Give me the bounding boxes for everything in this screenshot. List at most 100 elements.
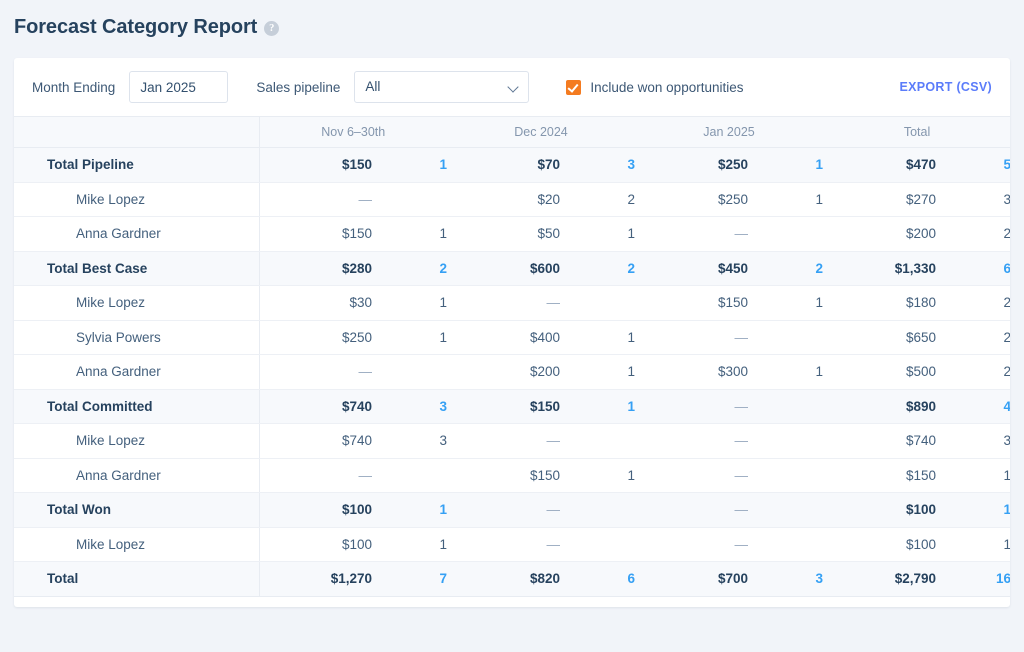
count-cell[interactable]: 2: [936, 354, 1011, 390]
opportunity-count-link[interactable]: 1: [1004, 468, 1011, 483]
opportunity-count-link[interactable]: 3: [1004, 433, 1011, 448]
count-cell[interactable]: 1: [748, 285, 824, 321]
row-label: Mike Lopez: [14, 182, 260, 217]
opportunity-count-link[interactable]: 7: [439, 571, 447, 586]
opportunity-count-link[interactable]: 2: [628, 192, 636, 207]
export-csv-link[interactable]: EXPORT (CSV): [900, 80, 993, 94]
opportunity-count-link[interactable]: 1: [628, 364, 636, 379]
opportunity-count-link[interactable]: 16: [996, 571, 1010, 586]
amount-cell: $450: [635, 251, 749, 286]
count-cell: [748, 527, 824, 562]
empty-dash: —: [358, 364, 373, 380]
opportunity-count-link[interactable]: 3: [439, 399, 447, 414]
sales-pipeline-label: Sales pipeline: [256, 79, 341, 95]
amount-cell: $250: [635, 147, 749, 183]
opportunity-count-link[interactable]: 1: [628, 330, 636, 345]
count-cell[interactable]: 2: [936, 216, 1011, 252]
opportunity-count-link[interactable]: 1: [628, 468, 636, 483]
opportunity-count-link[interactable]: 3: [1004, 192, 1011, 207]
amount-cell: $150: [259, 147, 372, 183]
count-cell[interactable]: 6: [936, 251, 1010, 286]
opportunity-count-link[interactable]: 1: [816, 364, 824, 379]
count-cell[interactable]: 1: [748, 354, 824, 390]
opportunity-count-link[interactable]: 4: [1004, 399, 1011, 414]
opportunity-count-link[interactable]: 6: [1004, 261, 1011, 276]
opportunity-count-link[interactable]: 1: [439, 226, 447, 241]
count-cell[interactable]: 1: [372, 527, 447, 562]
help-circle-icon[interactable]: ?: [264, 21, 280, 36]
count-cell[interactable]: 1: [560, 458, 636, 493]
amount-cell: $180: [823, 285, 937, 321]
count-cell[interactable]: 1: [372, 147, 447, 183]
count-cell[interactable]: 4: [936, 389, 1010, 424]
opportunity-count-link[interactable]: 2: [439, 261, 447, 276]
opportunity-count-link[interactable]: 3: [439, 433, 447, 448]
opportunity-count-link[interactable]: 1: [439, 502, 447, 517]
count-cell[interactable]: 1: [560, 389, 636, 424]
row-label: Mike Lopez: [14, 527, 260, 562]
opportunity-count-link[interactable]: 1: [439, 295, 447, 310]
count-cell[interactable]: 1: [748, 147, 824, 183]
amount-cell: $280: [259, 251, 372, 286]
opportunity-count-link[interactable]: 1: [439, 157, 447, 172]
count-cell[interactable]: 1: [748, 182, 824, 217]
opportunity-count-link[interactable]: 5: [1004, 157, 1011, 172]
opportunity-count-link[interactable]: 1: [628, 399, 636, 414]
opportunity-count-link[interactable]: 6: [628, 571, 636, 586]
count-cell[interactable]: 1: [560, 216, 636, 252]
row-label: Anna Gardner: [14, 458, 260, 493]
count-cell[interactable]: 1: [560, 354, 636, 390]
include-won-checkbox-group[interactable]: Include won opportunities: [566, 79, 743, 95]
opportunity-count-link[interactable]: 1: [1004, 502, 1011, 517]
count-cell[interactable]: 1: [936, 458, 1010, 493]
count-cell[interactable]: 1: [560, 320, 636, 355]
opportunity-count-link[interactable]: 2: [816, 261, 824, 276]
count-cell[interactable]: 2: [936, 285, 1011, 321]
opportunity-count-link[interactable]: 3: [628, 157, 636, 172]
count-cell[interactable]: 1: [372, 320, 447, 355]
empty-dash: —: [734, 329, 749, 345]
count-cell[interactable]: 3: [372, 423, 447, 459]
sales-pipeline-select[interactable]: All: [354, 71, 530, 103]
count-cell[interactable]: 1: [372, 216, 447, 252]
opportunity-count-link[interactable]: 1: [1004, 537, 1011, 552]
checkbox-checked-icon[interactable]: [566, 79, 582, 95]
opportunity-count-link[interactable]: 1: [628, 226, 636, 241]
opportunity-count-link[interactable]: 1: [816, 295, 824, 310]
count-cell[interactable]: 6: [560, 561, 636, 597]
opportunity-count-link[interactable]: 2: [1004, 226, 1011, 241]
amount-cell: $500: [823, 354, 937, 390]
count-cell[interactable]: 2: [748, 251, 824, 286]
opportunity-count-link[interactable]: 2: [1004, 330, 1011, 345]
opportunity-count-link[interactable]: 1: [816, 192, 824, 207]
opportunity-count-link[interactable]: 3: [816, 571, 824, 586]
count-cell[interactable]: 3: [748, 561, 824, 597]
count-cell[interactable]: 2: [372, 251, 447, 286]
count-cell[interactable]: 3: [936, 182, 1010, 217]
opportunity-count-link[interactable]: 2: [1004, 295, 1011, 310]
count-cell[interactable]: 3: [372, 389, 447, 424]
opportunity-count-link[interactable]: 2: [1004, 364, 1011, 379]
opportunity-count-link[interactable]: 1: [439, 537, 447, 552]
month-ending-input[interactable]: [129, 71, 229, 103]
opportunity-count-link[interactable]: 2: [628, 261, 636, 276]
count-cell[interactable]: 2: [560, 251, 636, 286]
row-label: Mike Lopez: [14, 285, 260, 321]
count-cell[interactable]: 16: [936, 561, 1010, 597]
count-cell[interactable]: 1: [372, 285, 447, 321]
count-cell[interactable]: 2: [936, 320, 1010, 355]
opportunity-count-link[interactable]: 1: [816, 157, 824, 172]
count-cell[interactable]: 5: [936, 147, 1011, 183]
count-cell[interactable]: 3: [560, 147, 636, 183]
count-cell[interactable]: 1: [936, 527, 1010, 562]
count-cell[interactable]: 1: [936, 492, 1011, 528]
count-cell[interactable]: 2: [560, 182, 636, 217]
sales-pipeline-value: All: [365, 79, 381, 94]
count-cell[interactable]: 7: [372, 561, 447, 597]
count-cell: [748, 423, 824, 459]
amount-cell: $100: [259, 492, 372, 528]
count-cell[interactable]: 3: [936, 423, 1011, 459]
count-cell: [560, 285, 636, 321]
count-cell[interactable]: 1: [372, 492, 447, 528]
opportunity-count-link[interactable]: 1: [439, 330, 447, 345]
